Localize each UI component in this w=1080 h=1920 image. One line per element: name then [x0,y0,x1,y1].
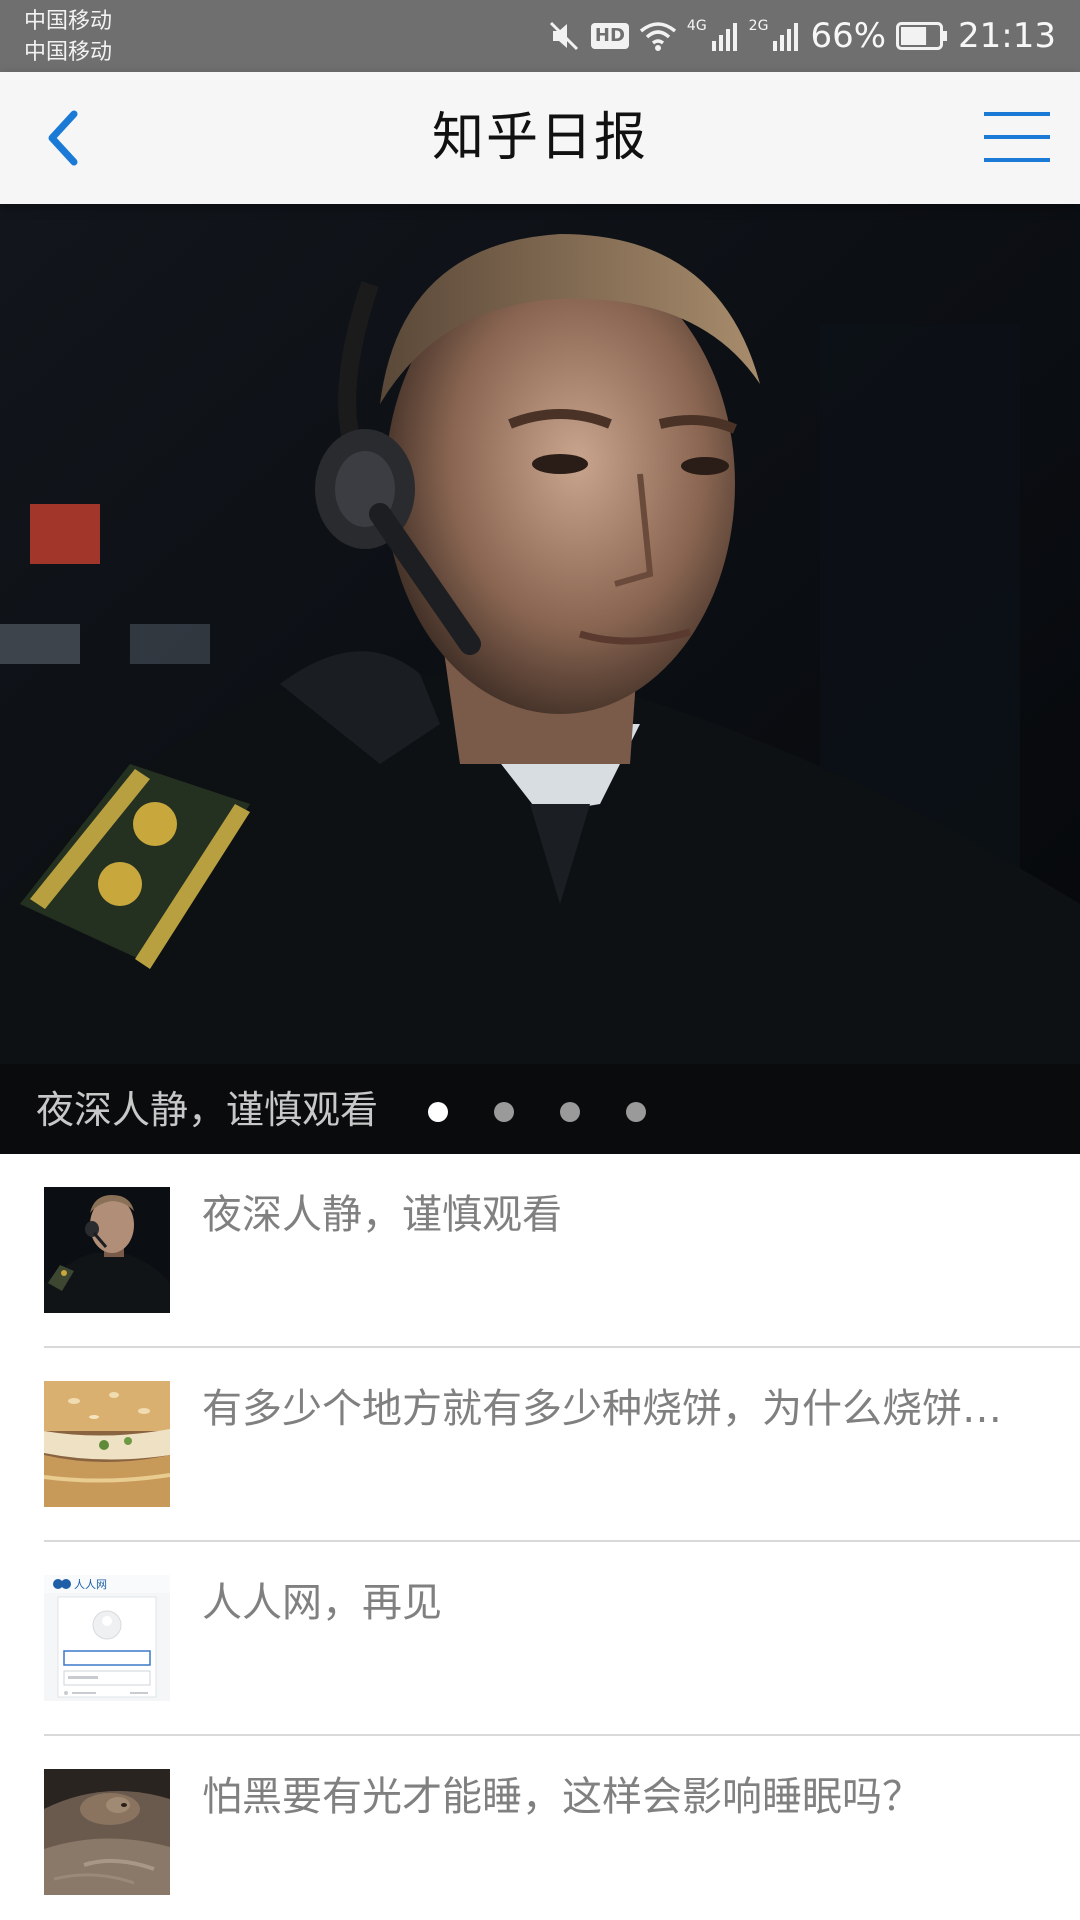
signal-2g-icon [772,21,800,51]
carousel-dot-1[interactable] [428,1102,448,1122]
mute-icon [547,19,581,53]
news-title: 人人网，再见 [202,1580,442,1626]
app-header: 知乎日报 [0,72,1080,204]
hamburger-line [984,158,1050,162]
hamburger-menu-icon [984,112,1050,116]
news-title: 夜深人静，谨慎观看 [202,1192,562,1238]
flatbread-thumb [44,1381,170,1507]
battery-icon [896,22,948,50]
man-with-headset-thumb [44,1187,170,1313]
screen: 中国移动 中国移动 HD 4G 2G 66% 21:13 知乎日报 夜深人静，谨… [0,0,1080,1920]
hero-image [0,204,1080,1154]
list-item[interactable]: 怕黑要有光才能睡，这样会影响睡眠吗？ [44,1736,1080,1920]
carrier-labels: 中国移动 中国移动 [24,6,112,68]
page-title: 知乎日报 [431,108,648,168]
list-item[interactable]: 夜深人静，谨慎观看 [44,1154,1080,1348]
carousel-indicator [428,1102,646,1122]
carousel-dot-2[interactable] [494,1102,514,1122]
wifi-icon [639,21,677,51]
hamburger-line [984,135,1050,139]
renren-login-thumb: 人人网 [44,1575,170,1701]
menu-button[interactable] [984,112,1050,166]
carousel-dot-3[interactable] [560,1102,580,1122]
hero-banner[interactable]: 夜深人静，谨慎观看 [0,204,1080,1154]
list-item[interactable]: 人人网 人人网，再见 [44,1542,1080,1736]
carrier-1: 中国移动 [24,9,113,34]
renren-logo-text: 人人网 [74,1578,107,1591]
carrier-2: 中国移动 [24,40,113,65]
net-2g-label: 2G [748,18,769,34]
signal-4g-icon [711,21,739,51]
clock: 21:13 [958,16,1056,56]
status-icons: HD 4G 2G 66% 21:13 [547,0,1056,72]
news-list: 夜深人静，谨慎观看 有多少个地方就有多少种烧饼，为什么烧饼… 人人网 人人网，再… [0,1154,1080,1920]
battery-percent: 66% [810,16,887,56]
list-item[interactable]: 有多少个地方就有多少种烧饼，为什么烧饼… [44,1348,1080,1542]
status-bar: 中国移动 中国移动 HD 4G 2G 66% 21:13 [0,0,1080,72]
net-4g-label: 4G [686,18,707,34]
news-title: 有多少个地方就有多少种烧饼，为什么烧饼… [202,1386,1002,1432]
hero-caption-bar: 夜深人静，谨慎观看 [0,1064,1080,1154]
news-title: 怕黑要有光才能睡，这样会影响睡眠吗？ [202,1774,922,1820]
carousel-dot-4[interactable] [626,1102,646,1122]
hero-caption: 夜深人静，谨慎观看 [36,1088,379,1132]
sleeping-dog-thumb [44,1769,170,1895]
hd-icon: HD [590,23,629,49]
